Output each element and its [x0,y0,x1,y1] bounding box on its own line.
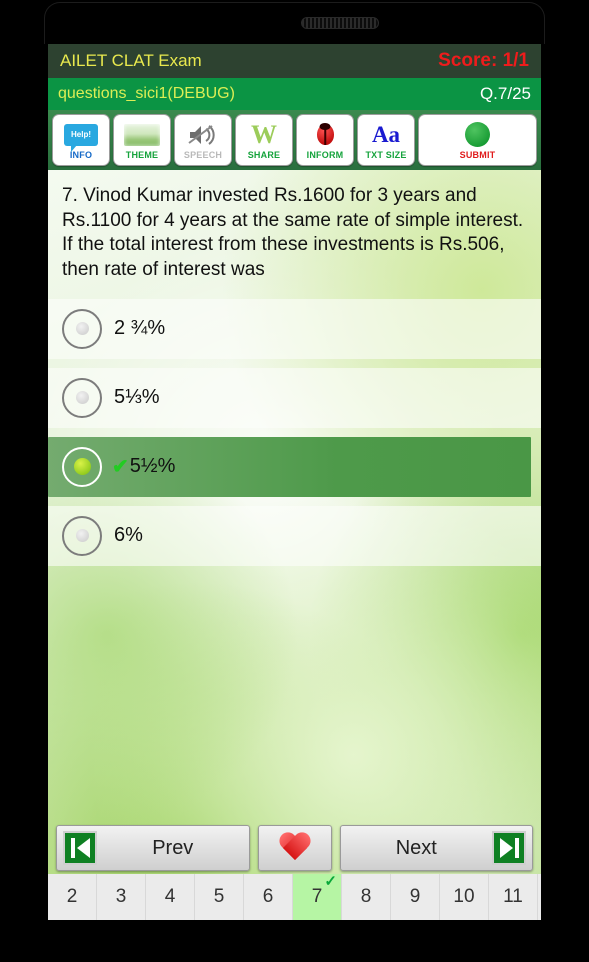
app-screen: AILET CLAT Exam Score: 1/1 questions_sic… [48,44,541,920]
question-content-area: 7. Vinod Kumar invested Rs.1600 for 3 ye… [48,170,541,920]
inform-button[interactable]: INFORM [296,114,354,166]
landscape-thumbnail-icon [124,121,160,149]
page-cell-2[interactable]: 2 [48,874,96,920]
question-file-label: questions_sici1(DEBUG) [58,85,235,102]
page-cell-5[interactable]: 5 [195,874,243,920]
file-header-bar: questions_sici1(DEBUG) Q.7/25 [48,78,541,110]
answer-option-4-label: 6% [114,524,143,547]
theme-button-label: THEME [125,149,159,160]
page-number-strip: 2 3 4 5 6 7 ✓ 8 9 10 11 [48,874,541,920]
radio-button-4[interactable] [62,515,102,556]
page-cell-4[interactable]: 4 [146,874,194,920]
navigation-bar: Prev Next [48,822,541,874]
answer-option-2-label: 5⅓% [114,386,160,409]
green-circle-icon [465,121,490,149]
radio-button-2[interactable] [62,377,102,418]
page-cell-11[interactable]: 11 [489,874,537,920]
info-button[interactable]: Help! INFO [52,114,110,166]
next-button-label: Next [395,836,437,859]
prev-button-label: Prev [152,836,194,859]
page-cell-7[interactable]: 7 ✓ [293,874,341,920]
next-button[interactable]: Next [339,825,533,871]
share-button[interactable]: W SHARE [235,114,293,166]
score-label: Score: 1/1 [438,50,529,71]
page-cell-partial[interactable] [538,874,541,920]
page-cell-6[interactable]: 6 [244,874,292,920]
answer-options-list: 2 ¾% 5⅓% ✔ 5½% 6% [48,298,541,566]
earpiece-speaker-icon [301,17,379,29]
answer-option-4[interactable]: 6% [48,505,541,566]
radio-button-1[interactable] [62,308,102,349]
share-w-glyph: W [251,119,277,149]
device-top-bezel [44,2,545,44]
text-size-button-label: TXT SIZE [365,149,407,160]
phone-device: AILET CLAT Exam Score: 1/1 questions_sic… [0,0,589,962]
app-header-bar: AILET CLAT Exam Score: 1/1 [48,44,541,78]
speech-button-label: SPEECH [183,149,223,160]
submit-button-label: SUBMIT [459,149,496,160]
device-bottom-bezel [40,920,549,960]
inform-button-label: INFORM [306,149,344,160]
question-text: 7. Vinod Kumar invested Rs.1600 for 3 ye… [62,185,524,281]
app-title: AILET CLAT Exam [60,51,202,70]
skip-next-icon [492,831,526,865]
text-size-aa-icon: Aa [372,121,400,149]
correct-answer-check-icon: ✔ [112,455,129,478]
radio-button-3[interactable] [62,446,102,487]
answer-option-3[interactable]: ✔ 5½% [48,436,531,497]
page-cell-9[interactable]: 9 [391,874,439,920]
page-cell-8[interactable]: 8 [342,874,390,920]
text-size-button[interactable]: Aa TXT SIZE [357,114,415,166]
answer-option-1[interactable]: 2 ¾% [48,298,541,359]
submit-button[interactable]: SUBMIT [418,114,537,166]
answered-check-icon: ✓ [324,874,337,890]
heart-icon [278,833,312,863]
answer-option-3-label: 5½% [129,455,176,478]
share-button-label: SHARE [247,149,281,160]
page-cell-7-label: 7 [311,886,323,907]
skip-previous-icon [63,831,97,865]
help-bubble-text: Help! [71,130,91,139]
speech-button[interactable]: SPEECH [174,114,232,166]
speaker-muted-icon [188,121,218,149]
help-bubble-icon: Help! [64,121,98,152]
prev-button[interactable]: Prev [56,825,250,871]
question-counter: Q.7/25 [479,84,531,103]
text-size-aa-glyph: Aa [371,122,401,147]
answer-option-1-label: 2 ¾% [114,317,166,340]
page-cell-10[interactable]: 10 [440,874,488,920]
share-w-icon: W [251,121,277,149]
favorite-button[interactable] [257,825,332,871]
theme-button[interactable]: THEME [113,114,171,166]
toolbar: Help! INFO THEME SPEECH W SHARE INFORM A… [48,110,541,170]
answer-option-2[interactable]: 5⅓% [48,367,541,428]
page-cell-3[interactable]: 3 [97,874,145,920]
ladybug-icon [316,121,334,149]
